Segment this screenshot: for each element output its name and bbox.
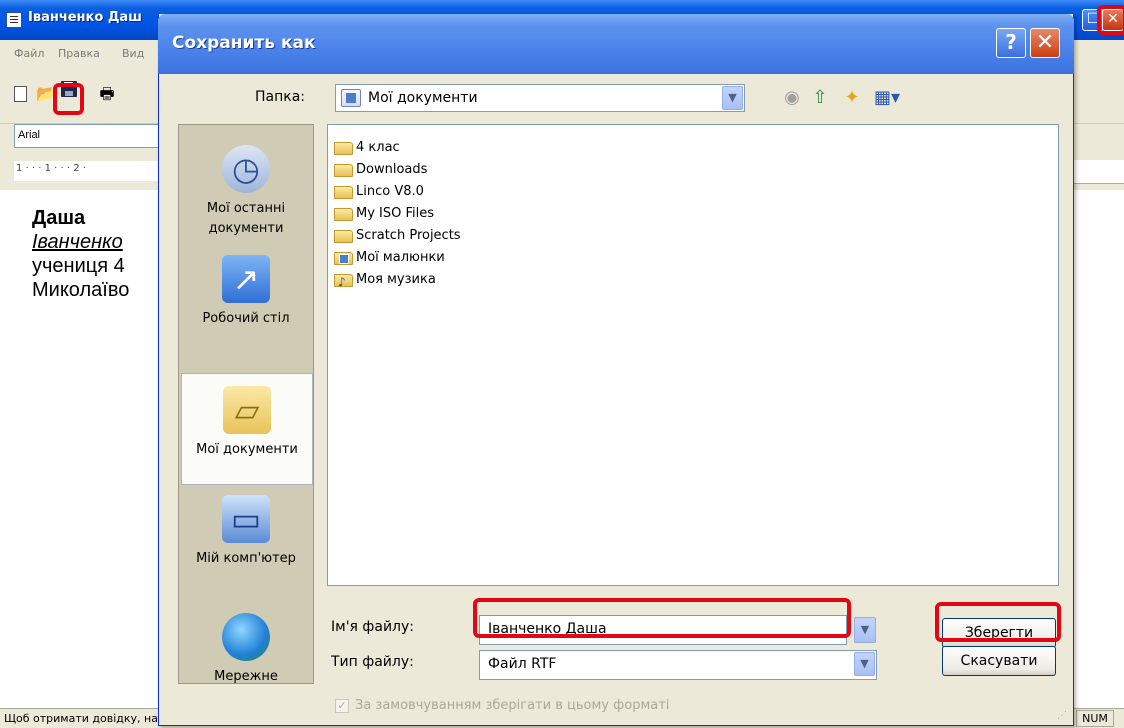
folder-icon — [334, 208, 353, 221]
my-computer-icon: ▭ — [222, 495, 270, 543]
file-name: Scratch Projects — [356, 228, 461, 243]
place-label: Мій комп'ютер — [196, 551, 296, 566]
places-bar: ◷ Мої останні документи ↗ Робочий стіл ▱… — [178, 124, 314, 684]
file-type-value: Файл RTF — [488, 656, 557, 672]
place-desktop[interactable]: ↗ Робочий стіл — [179, 255, 313, 329]
save-button-highlight — [935, 602, 1061, 642]
my-pictures-folder-icon — [334, 252, 353, 265]
place-label: Мережне — [214, 669, 278, 684]
wordpad-title: Іванченко Даш — [28, 10, 142, 25]
default-format-option: ✓ За замовчуванням зберігати в цьому фор… — [335, 698, 669, 713]
look-in-value: Мої документи — [368, 90, 478, 106]
desktop-icon: ↗ — [222, 255, 270, 303]
dialog-title: Сохранить как — [172, 33, 316, 53]
look-in-combo[interactable]: Мої документи ▼ — [335, 84, 745, 112]
list-item[interactable]: 4 клас — [334, 137, 400, 159]
font-name-box[interactable]: Arial — [14, 124, 159, 148]
recent-documents-icon: ◷ — [222, 145, 270, 193]
resize-grip-icon[interactable]: ⋰ — [1057, 710, 1067, 721]
file-name-label: Ім'я файлу: — [331, 619, 415, 635]
chevron-down-icon[interactable]: ▼ — [722, 86, 743, 110]
folder-icon — [334, 142, 353, 155]
file-type-combo[interactable]: Файл RTF ▼ — [479, 650, 877, 680]
print-icon[interactable]: 🖶 — [98, 85, 116, 103]
default-format-label: За замовчуванням зберігати в цьому форма… — [355, 698, 670, 713]
list-item[interactable]: Моя музика — [334, 269, 436, 293]
menu-edit[interactable]: Правка — [58, 47, 100, 60]
list-item[interactable]: Linco V8.0 — [334, 181, 424, 203]
folder-icon — [334, 186, 353, 199]
place-label: Мої документи — [196, 442, 298, 457]
place-my-computer[interactable]: ▭ Мій комп'ютер — [179, 495, 313, 569]
file-name: My ISO Files — [356, 206, 435, 221]
dialog-close-button[interactable]: ✕ — [1030, 28, 1060, 58]
document-line: Даша — [32, 207, 86, 229]
save-as-dialog: Сохранить как ? ✕ Папка: Мої документи ▼… — [158, 14, 1074, 726]
list-item[interactable]: My ISO Files — [334, 203, 434, 225]
save-icon-highlight — [53, 83, 84, 115]
dialog-titlebar: Сохранить как ? ✕ — [158, 14, 1074, 74]
document-line: учениця 4 — [32, 255, 125, 277]
place-recent-documents[interactable]: ◷ Мої останні документи — [179, 145, 313, 239]
menu-view[interactable]: Вид — [122, 47, 144, 60]
menu-file[interactable]: Файл — [14, 47, 44, 60]
cancel-button[interactable]: Скасувати — [942, 646, 1056, 676]
list-item[interactable]: Мої малюнки — [334, 247, 445, 269]
new-document-icon[interactable] — [14, 86, 27, 102]
document-line: Іванченко — [32, 231, 123, 253]
folder-icon — [334, 230, 353, 243]
my-documents-icon: ▱ — [223, 386, 271, 434]
file-name-highlight — [473, 598, 851, 638]
file-type-label: Тип файлу: — [331, 654, 414, 670]
my-music-folder-icon — [334, 271, 353, 293]
file-name: Моя музика — [356, 272, 436, 287]
my-documents-small-icon — [341, 89, 361, 107]
list-item[interactable]: Downloads — [334, 159, 427, 181]
chevron-down-icon[interactable]: ▼ — [854, 617, 876, 643]
list-item[interactable]: Scratch Projects — [334, 225, 461, 247]
place-label: Робочий стіл — [202, 311, 290, 326]
file-name: Мої малюнки — [356, 250, 445, 265]
wordpad-app-icon — [6, 12, 22, 28]
document-line: Миколаїво — [32, 279, 130, 301]
ruler: 1 · · · 1 · · · 2 · — [14, 161, 159, 181]
up-folder-icon[interactable]: ⇧ — [807, 85, 833, 111]
look-in-label: Папка: — [255, 89, 306, 105]
place-my-documents[interactable]: ▱ Мої документи — [181, 373, 313, 485]
default-format-checkbox: ✓ — [335, 699, 349, 713]
new-folder-icon[interactable]: ✦ — [839, 85, 865, 111]
file-list[interactable]: 4 клас Downloads Linco V8.0 My ISO Files… — [327, 124, 1059, 586]
file-name: Downloads — [356, 162, 428, 177]
folder-icon — [334, 164, 353, 177]
view-menu-icon[interactable]: ▦▾ — [869, 85, 905, 111]
num-lock-indicator: NUM — [1076, 710, 1114, 727]
chevron-down-icon[interactable]: ▼ — [854, 652, 875, 676]
close-button-highlight — [1097, 5, 1124, 35]
file-name: Linco V8.0 — [356, 184, 424, 199]
back-icon[interactable]: ◉ — [779, 85, 805, 111]
place-network[interactable]: Мережне — [179, 613, 313, 687]
open-folder-icon[interactable]: 📂 — [36, 85, 56, 103]
help-button[interactable]: ? — [996, 28, 1026, 58]
place-label: Мої останні документи — [206, 201, 286, 236]
network-icon — [222, 613, 270, 661]
file-name: 4 клас — [356, 140, 400, 155]
